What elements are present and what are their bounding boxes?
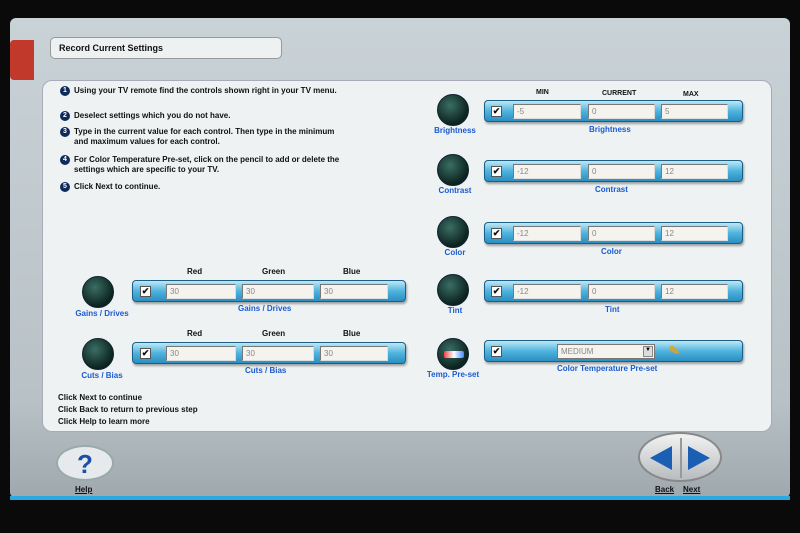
cuts-blue-input[interactable]: 30 bbox=[320, 346, 388, 361]
tint-icon-label: Tint bbox=[447, 306, 463, 315]
temp-preset-value: MEDIUM bbox=[561, 347, 594, 356]
back-next-buttons bbox=[638, 432, 722, 482]
contrast-bar: ✔ -12 0 12 bbox=[484, 160, 743, 182]
step-number: 3 bbox=[60, 127, 70, 137]
step-text: For Color Temperature Pre-set, click on … bbox=[74, 155, 340, 174]
column-current: CURRENT bbox=[602, 90, 637, 97]
step-number: 4 bbox=[60, 155, 70, 165]
step-1: 1 Using your TV remote find the controls … bbox=[60, 86, 350, 96]
brightness-max-input[interactable]: 5 bbox=[661, 104, 728, 119]
step-text: Deselect settings which you do not have. bbox=[74, 111, 231, 120]
brightness-icon-label: Brightness bbox=[434, 126, 476, 135]
step-3: 3 Type in the current value for each cont… bbox=[60, 127, 350, 147]
tint-current-input[interactable]: 0 bbox=[588, 284, 655, 299]
column-red: Red bbox=[187, 329, 203, 338]
cuts-green-input[interactable]: 30 bbox=[242, 346, 314, 361]
back-button[interactable]: Back bbox=[655, 485, 674, 494]
question-icon: ? bbox=[77, 449, 93, 479]
color-max-input[interactable]: 12 bbox=[661, 226, 728, 241]
pencil-icon[interactable]: ✎ bbox=[668, 342, 682, 360]
column-min: MIN bbox=[536, 89, 549, 96]
contrast-max-input[interactable]: 12 bbox=[661, 164, 728, 179]
gains-checkbox[interactable]: ✔ bbox=[140, 286, 151, 297]
brightness-current-input[interactable]: 0 bbox=[588, 104, 655, 119]
tint-label: Tint bbox=[605, 305, 620, 314]
cuts-checkbox[interactable]: ✔ bbox=[140, 348, 151, 359]
gains-icon-label: Gains / Drives bbox=[75, 309, 129, 318]
cuts-red-input[interactable]: 30 bbox=[166, 346, 236, 361]
color-min-input[interactable]: -12 bbox=[513, 226, 581, 241]
gains-green-input[interactable]: 30 bbox=[242, 284, 314, 299]
column-green: Green bbox=[262, 267, 286, 276]
column-red: Red bbox=[187, 267, 203, 276]
color-bar: ✔ -12 0 12 bbox=[484, 222, 743, 244]
footer-next-hint: Click Next to continue bbox=[58, 393, 143, 402]
contrast-label: Contrast bbox=[595, 185, 628, 194]
brightness-min-input[interactable]: -5 bbox=[513, 104, 581, 119]
contrast-min-input[interactable]: -12 bbox=[513, 164, 581, 179]
tint-bar: ✔ -12 0 12 bbox=[484, 280, 743, 302]
chevron-down-icon[interactable]: ▼ bbox=[643, 346, 653, 357]
brightness-label: Brightness bbox=[589, 125, 631, 134]
side-tab bbox=[10, 40, 34, 80]
step-text: Type in the current value for each contr… bbox=[74, 127, 335, 146]
cuts-icon bbox=[82, 338, 114, 370]
temp-preset-icon bbox=[437, 338, 469, 370]
column-green: Green bbox=[262, 329, 286, 338]
gains-bar: ✔ 30 30 30 bbox=[132, 280, 406, 302]
cuts-bar: ✔ 30 30 30 bbox=[132, 342, 406, 364]
temp-preset-label: Color Temperature Pre-set bbox=[557, 364, 658, 373]
footer-help-hint: Click Help to learn more bbox=[58, 417, 150, 426]
contrast-current-input[interactable]: 0 bbox=[588, 164, 655, 179]
color-current-input[interactable]: 0 bbox=[588, 226, 655, 241]
column-blue: Blue bbox=[343, 267, 361, 276]
footer-back-hint: Click Back to return to previous step bbox=[58, 405, 198, 414]
step-2: 2 Deselect settings which you do not have… bbox=[60, 111, 350, 121]
color-checkbox[interactable]: ✔ bbox=[491, 228, 502, 239]
contrast-icon bbox=[437, 154, 469, 186]
tint-icon bbox=[437, 274, 469, 306]
button-divider bbox=[680, 438, 682, 478]
step-4: 4 For Color Temperature Pre-set, click on… bbox=[60, 155, 350, 175]
contrast-checkbox[interactable]: ✔ bbox=[491, 166, 502, 177]
step-number: 1 bbox=[60, 86, 70, 96]
contrast-icon-label: Contrast bbox=[438, 186, 472, 195]
column-max: MAX bbox=[683, 91, 699, 98]
step-number: 2 bbox=[60, 111, 70, 121]
tint-max-input[interactable]: 12 bbox=[661, 284, 728, 299]
help-label[interactable]: Help bbox=[75, 485, 92, 494]
temp-preset-checkbox[interactable]: ✔ bbox=[491, 346, 502, 357]
gains-red-input[interactable]: 30 bbox=[166, 284, 236, 299]
brightness-icon bbox=[437, 94, 469, 126]
step-number: 5 bbox=[60, 182, 70, 192]
color-icon-label: Color bbox=[444, 248, 466, 257]
brightness-checkbox[interactable]: ✔ bbox=[491, 106, 502, 117]
step-text: Click Next to continue. bbox=[74, 182, 161, 191]
page-title: Record Current Settings bbox=[50, 37, 282, 59]
color-label: Color bbox=[601, 247, 622, 256]
help-button[interactable]: ? bbox=[56, 445, 114, 481]
temp-preset-dropdown[interactable]: MEDIUM ▼ bbox=[557, 344, 655, 359]
tint-min-input[interactable]: -12 bbox=[513, 284, 581, 299]
cuts-icon-label: Cuts / Bias bbox=[81, 371, 123, 380]
gains-blue-input[interactable]: 30 bbox=[320, 284, 388, 299]
next-arrow-icon[interactable] bbox=[688, 446, 710, 470]
step-text: Using your TV remote find the controls s… bbox=[74, 86, 337, 95]
temp-preset-icon-label: Temp. Pre-set bbox=[426, 370, 480, 379]
back-arrow-icon[interactable] bbox=[650, 446, 672, 470]
column-blue: Blue bbox=[343, 329, 361, 338]
gains-icon bbox=[82, 276, 114, 308]
step-5: 5 Click Next to continue. bbox=[60, 182, 350, 192]
brightness-bar: ✔ -5 0 5 bbox=[484, 100, 743, 122]
tint-checkbox[interactable]: ✔ bbox=[491, 286, 502, 297]
color-icon bbox=[437, 216, 469, 248]
temp-preset-bar: ✔ MEDIUM ▼ ✎ bbox=[484, 340, 743, 362]
next-button[interactable]: Next bbox=[683, 485, 700, 494]
bottom-strip bbox=[10, 496, 790, 500]
gains-label: Gains / Drives bbox=[238, 304, 292, 313]
cuts-label: Cuts / Bias bbox=[245, 366, 287, 375]
